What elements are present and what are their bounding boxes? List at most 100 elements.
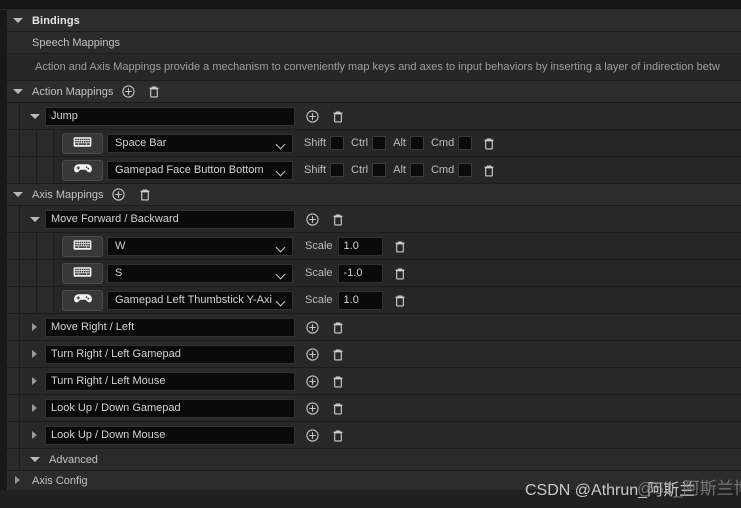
key-combo[interactable]: S xyxy=(107,263,293,283)
axis-mapping-row[interactable]: Turn Right / Left Mouse xyxy=(0,368,741,395)
mapping-name-field[interactable]: Jump xyxy=(45,106,295,126)
advanced-expander-icon[interactable] xyxy=(28,453,41,466)
delete-mapping-button[interactable] xyxy=(329,107,347,125)
advanced-category-row[interactable]: Advanced xyxy=(0,449,741,471)
axis-mappings-category-row[interactable]: Axis Mappings xyxy=(0,184,741,206)
axis-mapping-row[interactable]: Look Up / Down Gamepad xyxy=(0,395,741,422)
action-mappings-expander-icon[interactable] xyxy=(11,85,24,98)
device-type-button[interactable] xyxy=(62,132,103,154)
scale-field[interactable]: 1.0 xyxy=(337,290,383,310)
indent-gutter xyxy=(0,130,7,156)
axis-mapping-row[interactable]: Move Right / Left xyxy=(0,314,741,341)
delete-binding-button[interactable] xyxy=(391,264,409,282)
shift-checkbox[interactable] xyxy=(330,136,345,150)
mapping-name-value: Move Forward / Backward xyxy=(51,213,179,225)
mapping-name-field[interactable]: Look Up / Down Mouse xyxy=(45,425,295,445)
mapping-expander-icon[interactable] xyxy=(28,402,41,415)
add-binding-button[interactable] xyxy=(303,318,321,336)
action-mappings-category-row[interactable]: Action Mappings xyxy=(0,81,741,103)
mapping-name-field[interactable]: Look Up / Down Gamepad xyxy=(45,398,295,418)
delete-mapping-button[interactable] xyxy=(329,210,347,228)
axis-mapping-row[interactable]: Turn Right / Left Gamepad xyxy=(0,341,741,368)
mapping-expander-icon[interactable] xyxy=(28,375,41,388)
add-binding-button[interactable] xyxy=(303,426,321,444)
add-binding-button[interactable] xyxy=(303,210,321,228)
ctrl-checkbox[interactable] xyxy=(372,136,387,150)
axis-binding-row[interactable]: S Scale -1.0 xyxy=(0,260,741,287)
mapping-name-field[interactable]: Move Right / Left xyxy=(45,317,295,337)
scale-label: Scale xyxy=(305,294,333,306)
chevron-down-icon xyxy=(275,135,288,152)
indent-gutter xyxy=(20,260,37,286)
delete-binding-button[interactable] xyxy=(391,237,409,255)
mapping-name-value: Move Right / Left xyxy=(51,321,135,333)
device-type-button[interactable] xyxy=(62,235,103,257)
scale-field[interactable]: 1.0 xyxy=(337,236,383,256)
bindings-expander-icon[interactable] xyxy=(11,14,24,27)
indent-gutter xyxy=(0,206,7,232)
mapping-expander-icon[interactable] xyxy=(28,213,41,226)
delete-mapping-button[interactable] xyxy=(329,399,347,417)
mapping-expander-icon[interactable] xyxy=(28,321,41,334)
key-combo[interactable]: Gamepad Left Thumbstick Y-Axi xyxy=(107,290,293,310)
delete-all-axis-mappings-button[interactable] xyxy=(136,186,154,204)
delete-all-action-mappings-button[interactable] xyxy=(145,83,163,101)
axis-binding-row[interactable]: Gamepad Left Thumbstick Y-Axi Scale 1.0 xyxy=(0,287,741,314)
axis-mappings-expander-icon[interactable] xyxy=(11,188,24,201)
mapping-name-field[interactable]: Turn Right / Left Gamepad xyxy=(45,344,295,364)
add-action-mapping-button[interactable] xyxy=(119,83,137,101)
device-type-button[interactable] xyxy=(62,159,103,181)
action-mappings-title: Action Mappings xyxy=(32,85,114,98)
action-mapping-row[interactable]: Jump xyxy=(0,103,741,130)
alt-checkbox[interactable] xyxy=(409,163,424,177)
axis-mapping-row[interactable]: Look Up / Down Mouse xyxy=(0,422,741,449)
cmd-checkbox[interactable] xyxy=(458,136,473,150)
cmd-checkbox[interactable] xyxy=(458,163,473,177)
description-text: Action and Axis Mappings provide a mecha… xyxy=(35,61,720,73)
speech-mappings-row[interactable]: Speech Mappings xyxy=(0,32,741,54)
device-type-button[interactable] xyxy=(62,262,103,284)
action-binding-row[interactable]: Gamepad Face Button Bottom Shift Ctrl Al… xyxy=(0,157,741,184)
add-binding-button[interactable] xyxy=(303,107,321,125)
add-binding-button[interactable] xyxy=(303,372,321,390)
delete-binding-button[interactable] xyxy=(391,291,409,309)
scale-label: Scale xyxy=(305,267,333,279)
key-combo[interactable]: Space Bar xyxy=(107,133,293,153)
delete-binding-button[interactable] xyxy=(480,134,498,152)
scale-field[interactable]: -1.0 xyxy=(337,263,383,283)
add-binding-button[interactable] xyxy=(303,345,321,363)
add-axis-mapping-button[interactable] xyxy=(110,186,128,204)
chevron-down-icon xyxy=(275,292,288,309)
mapping-expander-icon[interactable] xyxy=(28,348,41,361)
device-type-button[interactable] xyxy=(62,289,103,311)
alt-checkbox[interactable] xyxy=(409,136,424,150)
axis-config-category-row[interactable]: Axis Config xyxy=(0,471,741,491)
mapping-expander-icon[interactable] xyxy=(28,110,41,123)
ctrl-checkbox[interactable] xyxy=(372,163,387,177)
combo-value: S xyxy=(115,267,123,279)
add-binding-button[interactable] xyxy=(303,399,321,417)
indent-gutter xyxy=(0,341,7,367)
mapping-name-field[interactable]: Move Forward / Backward xyxy=(45,209,295,229)
key-combo[interactable]: W xyxy=(107,236,293,256)
delete-mapping-button[interactable] xyxy=(329,426,347,444)
delete-mapping-button[interactable] xyxy=(329,318,347,336)
axis-mappings-title: Axis Mappings xyxy=(32,188,104,201)
cmd-label: Cmd xyxy=(430,137,455,149)
axis-config-expander-icon[interactable] xyxy=(11,474,24,487)
delete-mapping-button[interactable] xyxy=(329,372,347,390)
action-binding-row[interactable]: Space Bar Shift Ctrl Alt Cmd xyxy=(0,130,741,157)
delete-binding-button[interactable] xyxy=(480,161,498,179)
gamepad-icon xyxy=(73,292,93,308)
axis-binding-row[interactable]: W Scale 1.0 xyxy=(0,233,741,260)
delete-mapping-button[interactable] xyxy=(329,345,347,363)
combo-value: Space Bar xyxy=(115,137,167,149)
axis-mapping-row[interactable]: Move Forward / Backward xyxy=(0,206,741,233)
mapping-name-field[interactable]: Turn Right / Left Mouse xyxy=(45,371,295,391)
indent-gutter xyxy=(0,449,7,470)
key-combo[interactable]: Gamepad Face Button Bottom xyxy=(107,160,293,180)
mapping-expander-icon[interactable] xyxy=(28,429,41,442)
bindings-category-row[interactable]: Bindings xyxy=(0,10,741,32)
shift-checkbox[interactable] xyxy=(330,163,345,177)
input-bindings-panel: Bindings Speech Mappings Action and Axis… xyxy=(0,0,741,508)
